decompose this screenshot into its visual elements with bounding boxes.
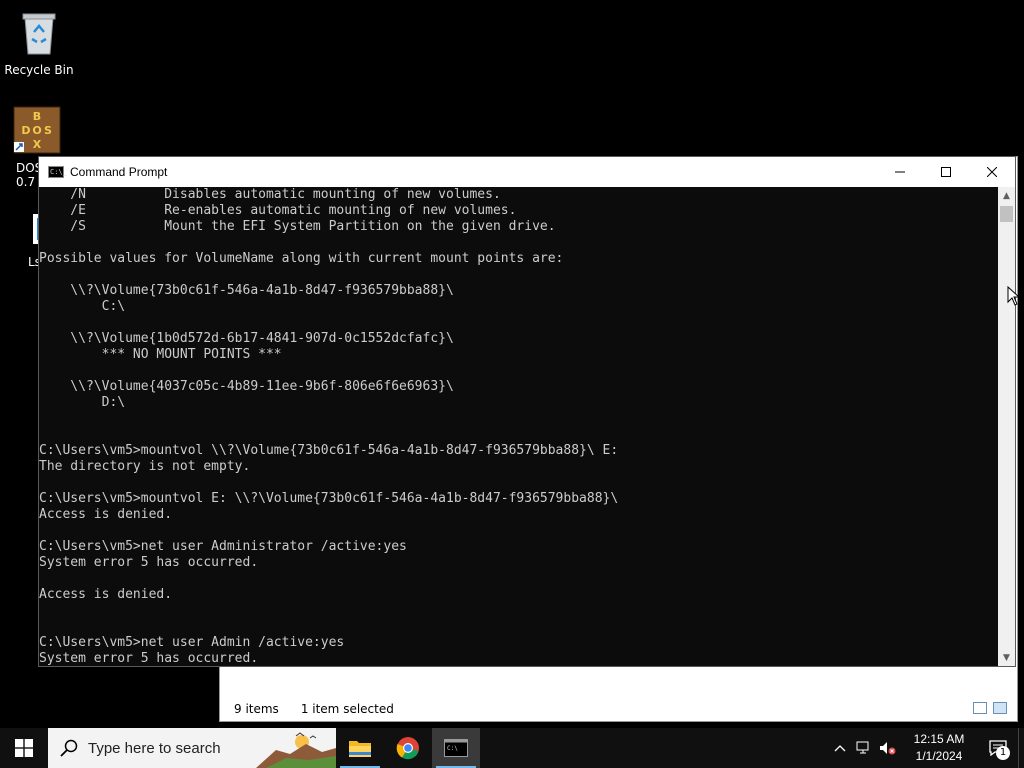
dosbox-graphic: B D O S X bbox=[13, 106, 61, 154]
maximize-button[interactable] bbox=[923, 157, 969, 187]
console-line: Access is denied. bbox=[39, 507, 173, 522]
close-button[interactable] bbox=[969, 157, 1015, 187]
console-line: *** NO MOUNT POINTS *** bbox=[39, 347, 282, 362]
window-controls bbox=[877, 157, 1015, 187]
close-icon bbox=[987, 167, 997, 177]
command-prompt-window[interactable]: C:\_ Command Prompt /N Disables automati… bbox=[38, 156, 1016, 667]
cmd-title-bar[interactable]: C:\_ Command Prompt bbox=[39, 157, 1015, 187]
console-line: C:\Users\vm5>net user Admin /active:yes bbox=[39, 635, 345, 650]
minimize-icon bbox=[895, 171, 905, 173]
notification-count-badge: 1 bbox=[996, 746, 1010, 760]
svg-text:B: B bbox=[33, 110, 41, 123]
taskbar-file-explorer[interactable] bbox=[336, 728, 384, 768]
console-line: C:\Users\vm5>net user Administrator /act… bbox=[39, 539, 407, 554]
clock-date: 1/1/2024 bbox=[915, 749, 963, 763]
clock-time: 12:15 AM bbox=[913, 732, 965, 746]
taskbar: Type here to search C:\ 12:15 AM 1/1/202… bbox=[0, 728, 1024, 768]
console-line: D:\ bbox=[39, 395, 126, 410]
taskbar-command-prompt[interactable]: C:\ bbox=[432, 728, 480, 768]
search-placeholder: Type here to search bbox=[88, 739, 221, 757]
status-item-count: 9 items bbox=[234, 702, 279, 716]
action-center-button[interactable]: 1 bbox=[978, 740, 1018, 760]
scroll-down-arrow-icon[interactable]: ▼ bbox=[998, 649, 1015, 666]
mouse-cursor-icon bbox=[1007, 286, 1019, 306]
show-desktop-button[interactable] bbox=[1018, 728, 1024, 768]
svg-text:O: O bbox=[32, 124, 41, 137]
scroll-up-arrow-icon[interactable]: ▲ bbox=[998, 187, 1015, 204]
volume-muted-icon[interactable] bbox=[876, 741, 900, 755]
console-line: C:\ bbox=[39, 299, 126, 314]
details-view-icon[interactable] bbox=[973, 702, 987, 714]
console-line: System error 5 has occurred. bbox=[39, 651, 259, 666]
status-selected-count: 1 item selected bbox=[300, 702, 394, 716]
maximize-icon bbox=[941, 167, 951, 177]
scroll-thumb[interactable] bbox=[1000, 206, 1013, 222]
cmd-window-title: Command Prompt bbox=[70, 165, 168, 179]
chrome-icon bbox=[396, 737, 419, 760]
view-switcher bbox=[973, 702, 1007, 714]
console-line: \\?\Volume{4037c05c-4b89-11ee-9b6f-806e6… bbox=[39, 379, 454, 394]
console-scrollbar[interactable]: ▲ ▼ bbox=[998, 187, 1015, 666]
start-button[interactable] bbox=[0, 728, 48, 768]
cmd-app-icon: C:\_ bbox=[48, 166, 67, 178]
console-line: System error 5 has occurred. bbox=[39, 555, 259, 570]
console-line: /S Mount the EFI System Partition on the… bbox=[39, 219, 556, 234]
network-icon[interactable] bbox=[852, 741, 876, 755]
show-hidden-icons-chevron-up-icon[interactable] bbox=[828, 744, 852, 752]
taskbar-clock[interactable]: 12:15 AM 1/1/2024 bbox=[900, 731, 978, 765]
taskbar-search-box[interactable]: Type here to search bbox=[48, 728, 336, 768]
console-line: /E Re-enables automatic mounting of new … bbox=[39, 203, 517, 218]
console-line: Possible values for VolumeName along wit… bbox=[39, 251, 564, 266]
console-line: C:\Users\vm5>mountvol \\?\Volume{73b0c61… bbox=[39, 443, 619, 458]
system-tray: 12:15 AM 1/1/2024 1 bbox=[828, 728, 1024, 768]
recycle-bin-graphic bbox=[22, 13, 56, 55]
svg-text:C:\: C:\ bbox=[447, 745, 458, 752]
console-line: \\?\Volume{73b0c61f-546a-4a1b-8d47-f9365… bbox=[39, 283, 454, 298]
taskbar-chrome[interactable] bbox=[384, 728, 432, 768]
minimize-button[interactable] bbox=[877, 157, 923, 187]
console-output[interactable]: /N Disables automatic mounting of new vo… bbox=[39, 187, 998, 666]
search-highlight-illustration bbox=[256, 728, 336, 768]
large-icons-view-icon[interactable] bbox=[993, 702, 1007, 714]
console-line: The directory is not empty. bbox=[39, 459, 251, 474]
folder-icon bbox=[349, 741, 371, 757]
search-icon bbox=[60, 739, 78, 757]
recycle-bin-icon[interactable]: Recycle Bin bbox=[4, 8, 74, 77]
console-line: /N Disables automatic mounting of new vo… bbox=[39, 187, 501, 202]
explorer-status-bar: 9 items 1 item selected bbox=[220, 697, 1017, 721]
recycle-bin-label: Recycle Bin bbox=[4, 63, 74, 77]
svg-text:X: X bbox=[33, 138, 42, 151]
svg-text:D: D bbox=[21, 124, 30, 137]
console-line: C:\Users\vm5>mountvol E: \\?\Volume{73b0… bbox=[39, 491, 619, 506]
windows-logo-icon bbox=[15, 739, 33, 757]
console-line: \\?\Volume{1b0d572d-6b17-4841-907d-0c155… bbox=[39, 331, 454, 346]
console-line: Access is denied. bbox=[39, 587, 173, 602]
svg-text:S: S bbox=[44, 124, 52, 137]
command-prompt-icon: C:\ bbox=[444, 739, 468, 757]
